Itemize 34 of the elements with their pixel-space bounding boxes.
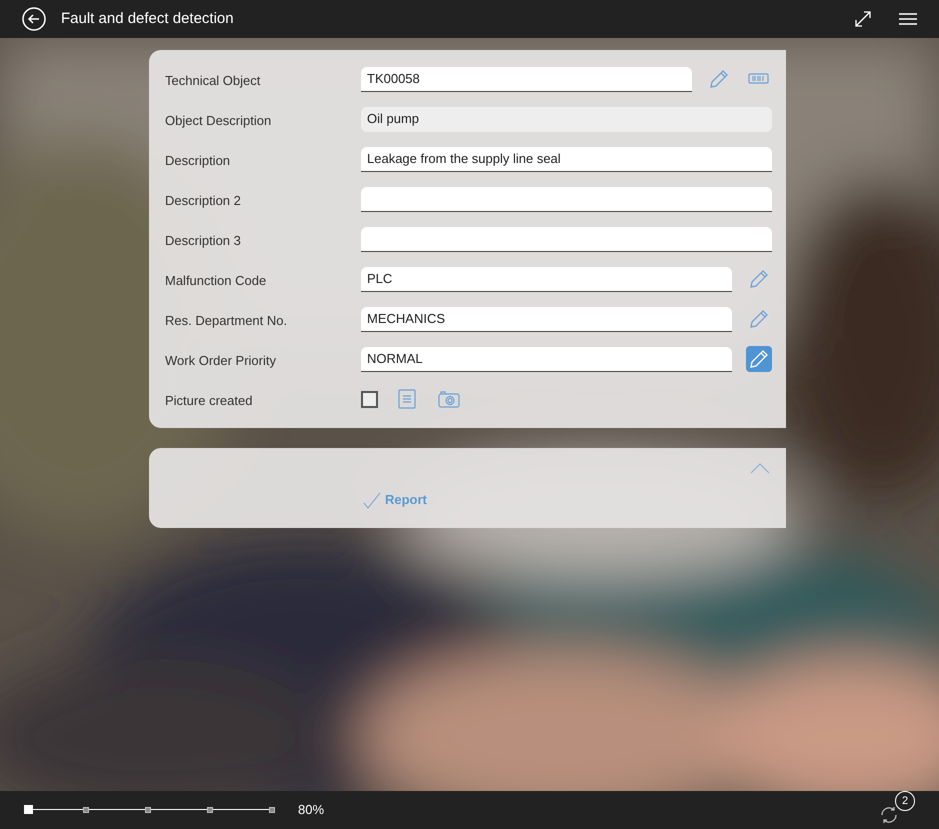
field-label: Res. Department No. — [165, 312, 288, 330]
field-label: Object Description — [165, 112, 272, 130]
slider-thumb[interactable] — [24, 805, 33, 814]
field-label: Malfunction Code — [165, 272, 268, 290]
input-field[interactable]: MECHANICS — [361, 306, 732, 332]
input-field[interactable] — [361, 226, 772, 252]
input-field[interactable]: PLC — [361, 266, 732, 292]
slider-tick — [269, 807, 275, 813]
input-field[interactable] — [361, 186, 772, 212]
pencil-icon[interactable] — [746, 346, 772, 372]
expand-icon[interactable] — [855, 11, 871, 27]
sync-icon[interactable] — [879, 805, 899, 825]
back-icon[interactable] — [22, 7, 46, 31]
field-label: Description 2 — [165, 192, 242, 210]
input-field[interactable]: TK00058 — [361, 66, 692, 92]
menu-icon[interactable] — [899, 12, 917, 26]
zoom-slider[interactable] — [24, 805, 272, 815]
field-label: Technical Object — [165, 72, 262, 90]
checkbox[interactable] — [361, 390, 378, 408]
input-field[interactable]: NORMAL — [361, 346, 732, 372]
collapse-icon[interactable] — [750, 462, 770, 474]
field-label: Description — [165, 152, 232, 170]
readonly-field: Oil pump — [361, 106, 772, 132]
window-title: Fault and defect detection — [61, 8, 234, 29]
slider-tick — [145, 807, 151, 813]
field-label: Description 3 — [165, 232, 242, 250]
field-label: Work Order Priority — [165, 352, 277, 370]
slider-tick — [83, 807, 89, 813]
field-label: Picture created — [165, 392, 254, 410]
input-field[interactable]: Leakage from the supply line seal — [361, 146, 772, 172]
zoom-reading: 80% — [298, 801, 324, 820]
sync-badge: 2 — [895, 791, 915, 811]
slider-tick — [207, 807, 213, 813]
check-icon — [363, 490, 381, 509]
